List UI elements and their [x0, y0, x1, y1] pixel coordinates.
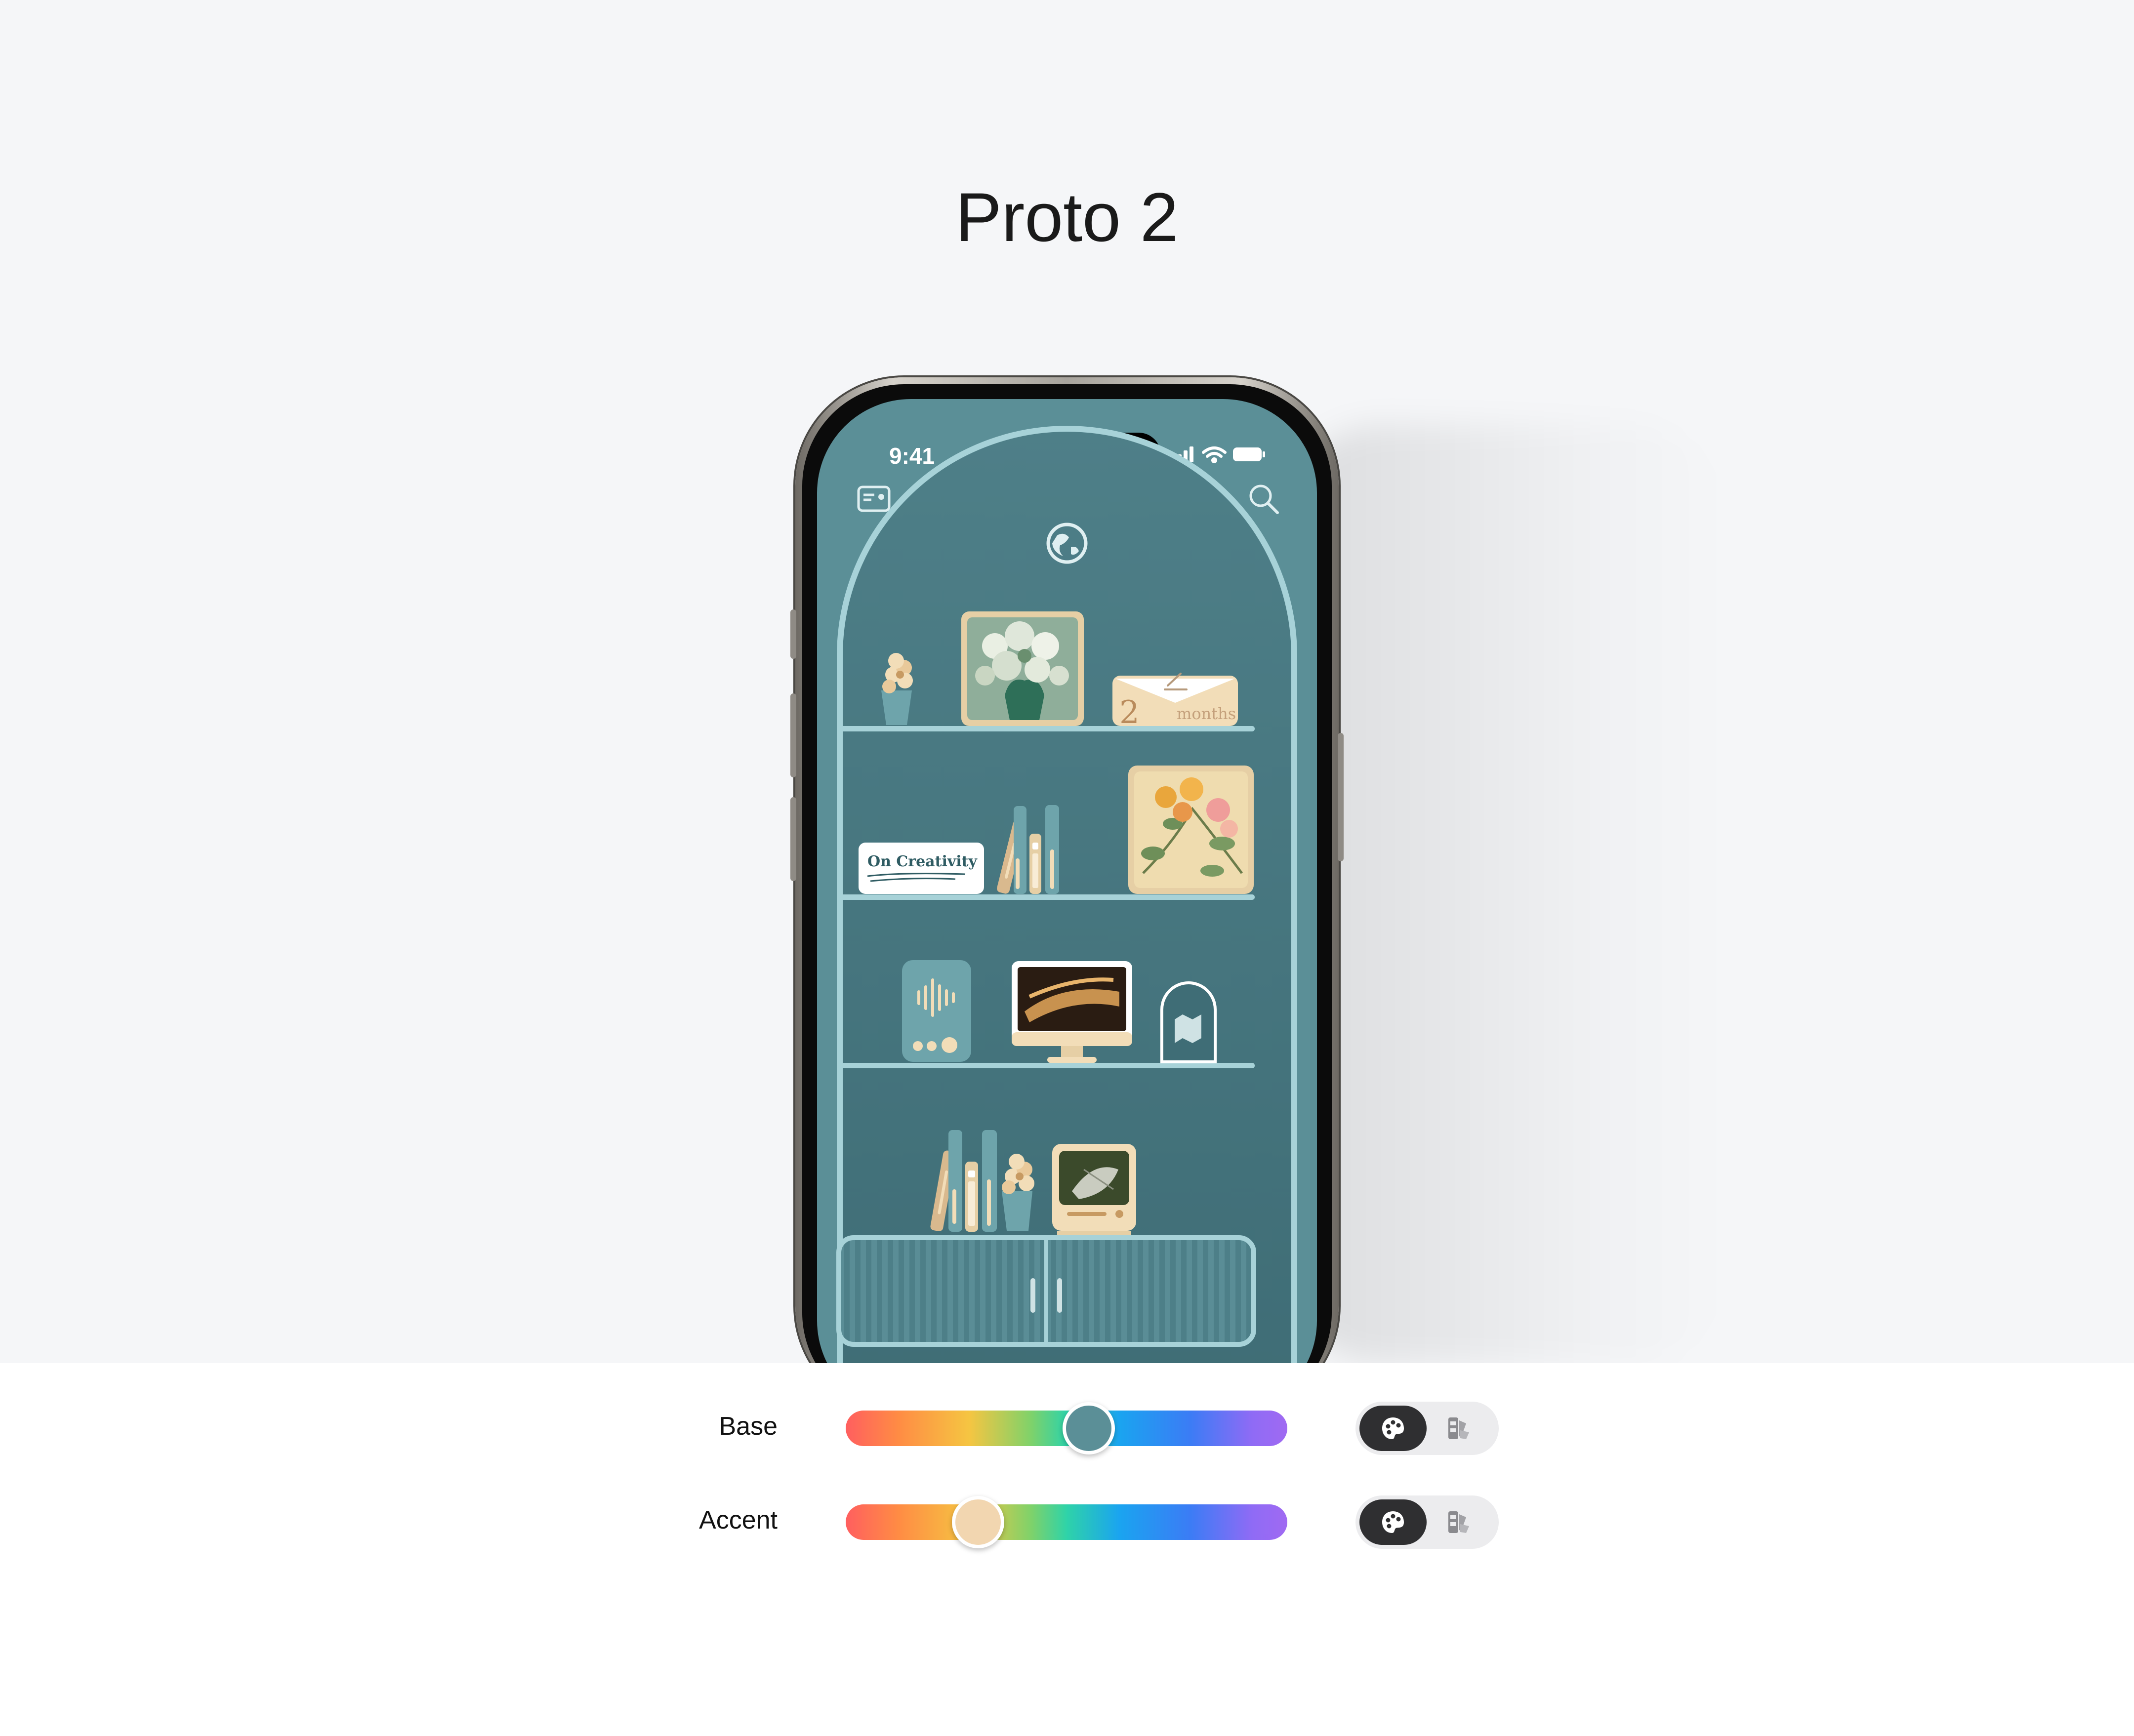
base-slider-thumb[interactable]	[1062, 1402, 1115, 1454]
swatches-icon[interactable]	[1446, 1509, 1473, 1535]
speaker-device	[902, 960, 971, 1062]
map-icon	[1175, 1014, 1201, 1043]
retro-computer	[1052, 1144, 1136, 1238]
palette-icon	[1382, 1417, 1404, 1439]
painting-flowers	[961, 611, 1084, 726]
preview-area: Proto 2 9:41 2 months On Creativity	[0, 0, 2134, 1363]
shelf-1	[837, 726, 1255, 731]
volume-down-button	[790, 797, 796, 881]
palette-icon	[1382, 1511, 1404, 1533]
accent-palette-option[interactable]	[1359, 1499, 1427, 1545]
book-on-creativity: On Creativity	[859, 843, 984, 894]
shelf-2	[837, 894, 1255, 900]
accent-hue-slider[interactable]	[846, 1504, 1287, 1540]
phone-bezel: 9:41 2 months On Creativity	[802, 384, 1332, 1363]
book-title: On Creativity	[867, 853, 978, 870]
cabinet-handle-left	[1030, 1278, 1035, 1313]
shelf-3	[837, 1063, 1255, 1068]
cabinet	[836, 1235, 1256, 1347]
accent-label: Accent	[699, 1506, 778, 1534]
base-label: Base	[719, 1412, 778, 1441]
volume-up-button	[790, 693, 796, 777]
map-card	[1160, 981, 1217, 1063]
controls-panel: Base Accent	[0, 1363, 2134, 1736]
action-button	[790, 609, 796, 659]
swatches-icon[interactable]	[1446, 1415, 1473, 1441]
power-button	[1338, 733, 1344, 861]
phone-frame: 9:41 2 months On Creativity	[790, 377, 1344, 1363]
page-title: Proto 2	[955, 178, 1179, 256]
streak-unit: months	[1177, 704, 1236, 723]
streak-card: 2 months	[1112, 673, 1238, 731]
painting-roses	[1128, 766, 1254, 894]
accent-mode-toggle[interactable]	[1355, 1495, 1499, 1549]
cabinet-handle-right	[1057, 1278, 1062, 1313]
accent-slider-thumb[interactable]	[952, 1496, 1005, 1548]
base-palette-option[interactable]	[1359, 1406, 1427, 1451]
base-mode-toggle[interactable]	[1355, 1402, 1499, 1455]
bookshelf-illustration: 2 months On Creativity	[836, 426, 1297, 1363]
phone-screen: 9:41 2 months On Creativity	[817, 399, 1317, 1363]
phone-shadow	[1284, 425, 1729, 1363]
streak-number: 2	[1119, 694, 1140, 731]
